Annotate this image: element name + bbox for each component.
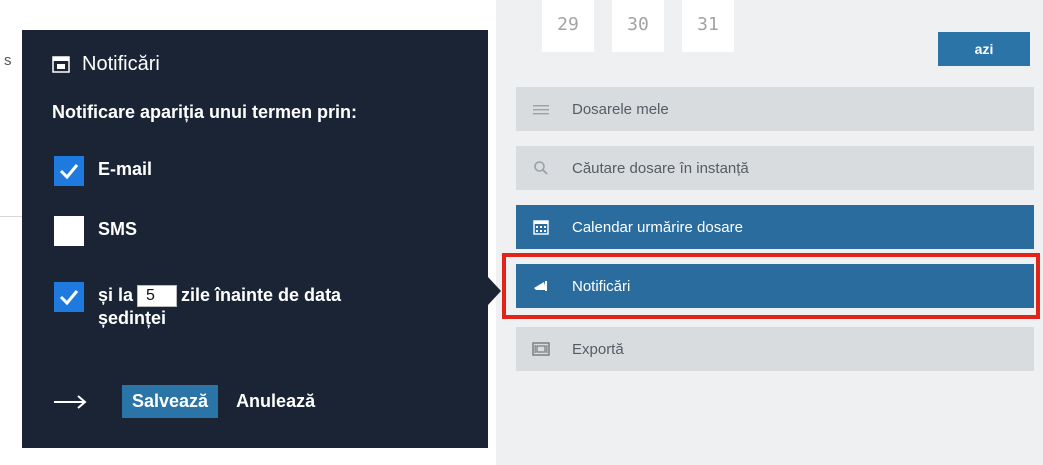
email-checkbox[interactable]	[54, 156, 84, 186]
popup-subtitle: Notificare apariția unui termen prin:	[52, 102, 358, 122]
sidebar-item-label: Exportă	[572, 340, 624, 358]
email-option[interactable]: E-mail	[54, 156, 152, 186]
days-suffix-line2: ședinței	[98, 308, 167, 329]
cancel-button[interactable]: Anulează	[236, 391, 315, 412]
popup-footer: Salvează Anulează	[52, 385, 315, 418]
sidebar-item-label: Căutare dosare în instanță	[572, 159, 749, 177]
background-text-fragment: s	[4, 52, 12, 69]
sidebar-item-label: Dosarele mele	[572, 100, 669, 118]
popup-header: Notificări	[52, 50, 160, 78]
today-button[interactable]: azi	[938, 32, 1030, 66]
popup-pointer-arrow	[488, 277, 501, 305]
sidebar-item-calendar[interactable]: Calendar urmărire dosare	[516, 205, 1034, 249]
email-option-label: E-mail	[98, 159, 153, 179]
arrow-right-icon	[54, 394, 87, 409]
export-icon	[532, 342, 550, 356]
sms-option[interactable]: SMS	[54, 216, 137, 246]
checkmark-icon	[59, 290, 79, 306]
calendar-date-31[interactable]: 31	[682, 0, 734, 52]
calendar-date-29[interactable]: 29	[542, 0, 594, 52]
background-divider	[0, 216, 22, 217]
calendar-date-30[interactable]: 30	[612, 0, 664, 52]
save-button[interactable]: Salvează	[122, 385, 219, 418]
sidebar-item-search-files[interactable]: Căutare dosare în instanță	[516, 146, 1034, 190]
notifications-popup: Notificări Notificare apariția unui term…	[22, 30, 488, 448]
list-icon	[533, 105, 549, 115]
search-icon	[534, 161, 548, 175]
calendar-icon	[52, 56, 70, 73]
days-before-checkbox[interactable]	[54, 282, 84, 312]
sms-checkbox[interactable]	[54, 216, 84, 246]
days-count-input[interactable]: 5	[137, 285, 178, 308]
sidebar-item-my-files[interactable]: Dosarele mele	[516, 87, 1034, 131]
popup-title: Notificări	[82, 52, 160, 75]
days-prefix: și la	[98, 285, 134, 305]
days-suffix: zile înainte de data	[181, 285, 342, 305]
days-before-option[interactable]: și la 5 zile înainte de data ședinței	[54, 282, 341, 329]
sms-option-label: SMS	[98, 219, 138, 239]
sidebar-item-export[interactable]: Exportă	[516, 327, 1034, 371]
checkmark-icon	[59, 164, 79, 180]
sidebar-item-label: Calendar urmărire dosare	[572, 218, 743, 236]
days-before-label: și la 5 zile înainte de data ședinței	[98, 282, 341, 329]
calendar-icon	[533, 220, 549, 235]
notifications-highlight-box	[502, 253, 1040, 319]
